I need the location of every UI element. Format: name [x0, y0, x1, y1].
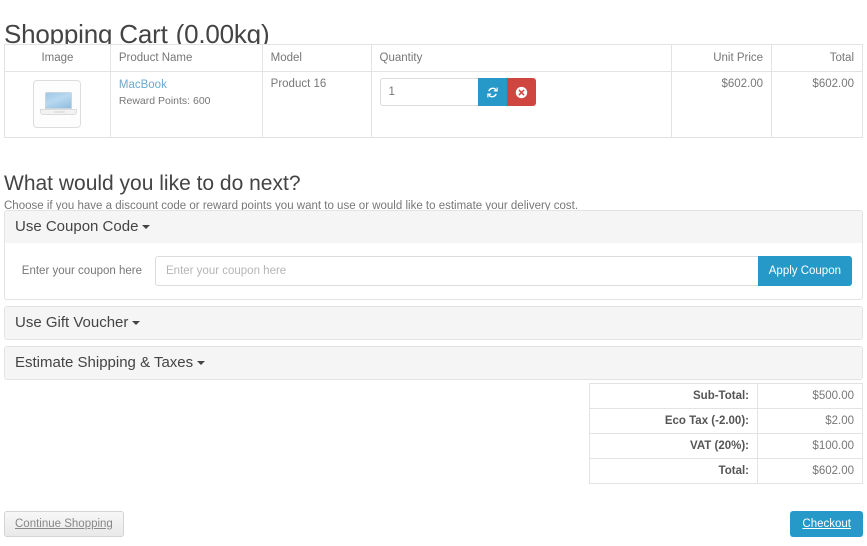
cart-table-header-row: Image Product Name Model Quantity Unit P… — [5, 45, 863, 72]
column-header-unit-price: Unit Price — [672, 45, 772, 72]
refresh-icon — [486, 86, 499, 99]
cart-item-image-cell — [5, 72, 111, 138]
coupon-form-row: Enter your coupon here Apply Coupon — [15, 256, 852, 286]
panel-use-coupon-code: Use Coupon Code Enter your coupon here A… — [4, 210, 863, 300]
column-header-product-name: Product Name — [110, 45, 262, 72]
cart-item-model-cell: Product 16 — [262, 72, 371, 138]
total-label-vat: VAT (20%): — [590, 434, 758, 459]
table-row: Total: $602.00 — [590, 459, 863, 484]
table-row: Sub-Total: $500.00 — [590, 384, 863, 409]
quantity-input-group — [380, 78, 664, 106]
remove-item-button[interactable] — [507, 78, 536, 106]
column-header-quantity: Quantity — [371, 45, 672, 72]
reward-points-text: Reward Points: 600 — [119, 94, 254, 108]
panel-header-use-gift-voucher[interactable]: Use Gift Voucher — [5, 307, 862, 339]
continue-shopping-button[interactable]: Continue Shopping — [4, 511, 124, 537]
column-header-model: Model — [262, 45, 371, 72]
panel-title-text-coupon: Use Coupon Code — [15, 218, 138, 235]
panel-toggle-estimate-shipping-taxes[interactable]: Estimate Shipping & Taxes — [15, 354, 205, 371]
panel-header-use-coupon-code[interactable]: Use Coupon Code — [5, 211, 862, 243]
table-row: VAT (20%): $100.00 — [590, 434, 863, 459]
panel-toggle-use-coupon-code[interactable]: Use Coupon Code — [15, 218, 150, 235]
coupon-field-label: Enter your coupon here — [15, 265, 155, 277]
caret-down-icon — [142, 225, 150, 229]
remove-circle-icon — [515, 86, 528, 99]
caret-down-icon — [132, 321, 140, 325]
panel-toggle-use-gift-voucher[interactable]: Use Gift Voucher — [15, 314, 140, 331]
coupon-input[interactable] — [155, 256, 758, 286]
table-row: Eco Tax (-2.00): $2.00 — [590, 409, 863, 434]
shopping-cart-page: Shopping Cart(0.00kg) Image Product Name… — [0, 0, 867, 546]
table-row: MacBook Reward Points: 600 Product 16 — [5, 72, 863, 138]
update-quantity-button[interactable] — [478, 78, 507, 106]
cart-item-unit-price-cell: $602.00 — [672, 72, 772, 138]
cart-table-body: MacBook Reward Points: 600 Product 16 — [5, 72, 863, 138]
total-value-sub-total: $500.00 — [758, 384, 863, 409]
total-label-eco-tax: Eco Tax (-2.00): — [590, 409, 758, 434]
panel-estimate-shipping-taxes: Estimate Shipping & Taxes — [4, 346, 863, 380]
total-value-eco-tax: $2.00 — [758, 409, 863, 434]
laptop-screen-shape — [45, 92, 72, 109]
column-header-total: Total — [772, 45, 863, 72]
accordion-panels: Use Coupon Code Enter your coupon here A… — [4, 210, 863, 386]
panel-title-text-voucher: Use Gift Voucher — [15, 314, 128, 331]
column-header-image: Image — [5, 45, 111, 72]
product-name-link[interactable]: MacBook — [119, 78, 254, 93]
cart-item-quantity-cell — [371, 72, 672, 138]
macbook-thumbnail-icon[interactable] — [33, 80, 81, 128]
order-totals-body: Sub-Total: $500.00 Eco Tax (-2.00): $2.0… — [590, 384, 863, 484]
cart-item-name-cell: MacBook Reward Points: 600 — [110, 72, 262, 138]
panel-title-text-shipping: Estimate Shipping & Taxes — [15, 354, 193, 371]
next-section-heading: What would you like to do next? — [4, 172, 301, 196]
order-totals-table: Sub-Total: $500.00 Eco Tax (-2.00): $2.0… — [589, 383, 863, 484]
apply-coupon-button[interactable]: Apply Coupon — [758, 256, 852, 286]
panel-use-gift-voucher: Use Gift Voucher — [4, 306, 863, 340]
total-label-total: Total: — [590, 459, 758, 484]
panel-header-estimate-shipping-taxes[interactable]: Estimate Shipping & Taxes — [5, 347, 862, 379]
quantity-input[interactable] — [380, 78, 478, 106]
cart-table-head: Image Product Name Model Quantity Unit P… — [5, 45, 863, 72]
total-value-total: $602.00 — [758, 459, 863, 484]
cart-table: Image Product Name Model Quantity Unit P… — [4, 44, 863, 138]
panel-body-use-coupon-code: Enter your coupon here Apply Coupon — [5, 243, 862, 299]
laptop-base-shape — [40, 109, 77, 115]
checkout-button[interactable]: Checkout — [790, 511, 863, 537]
total-value-vat: $100.00 — [758, 434, 863, 459]
caret-down-icon — [197, 361, 205, 365]
total-label-sub-total: Sub-Total: — [590, 384, 758, 409]
cart-item-total-cell: $602.00 — [772, 72, 863, 138]
coupon-input-group: Apply Coupon — [155, 256, 852, 286]
